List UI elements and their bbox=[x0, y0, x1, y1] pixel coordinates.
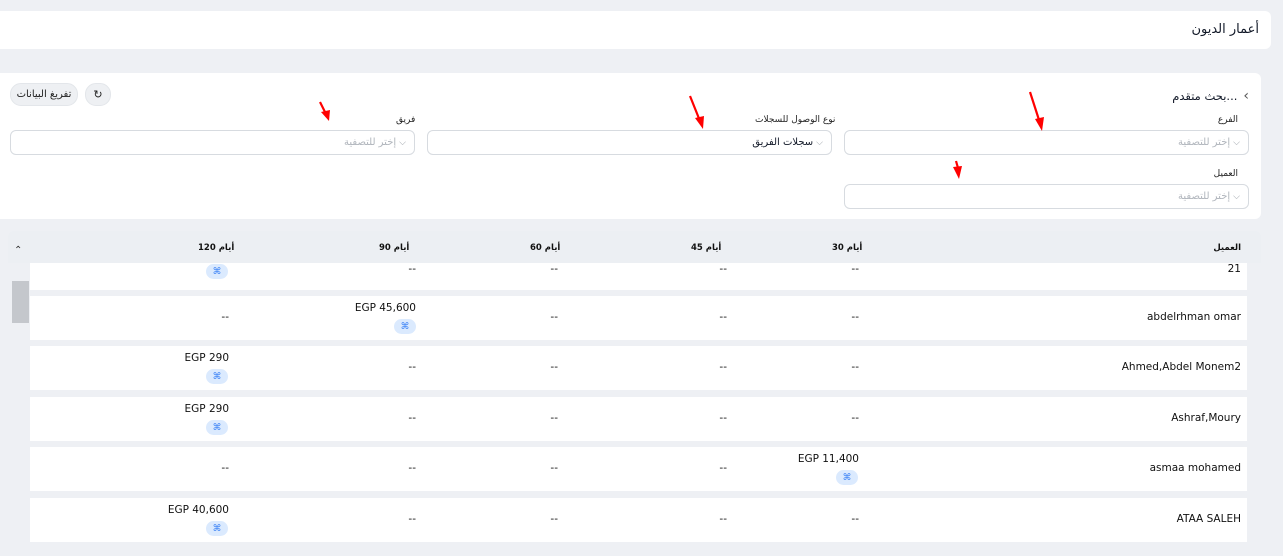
cell-d60: -- bbox=[550, 513, 558, 525]
cell-d120: -- bbox=[221, 311, 229, 323]
access-type-select[interactable]: سجلات الفريق ⌵ bbox=[427, 130, 832, 155]
cell-d120: -- bbox=[221, 462, 229, 474]
cell-d90: EGP 45,600 bbox=[354, 302, 416, 314]
customer-select[interactable]: إختر للتصفية ⌵ bbox=[844, 184, 1249, 209]
cell-d30: EGP 11,400 bbox=[797, 453, 859, 465]
details-badge-icon[interactable]: ⌘ bbox=[206, 264, 228, 279]
chevron-down-icon: ⌵ bbox=[1233, 137, 1240, 148]
table-row: asmaa mohamed EGP 11,400 ⌘ -- -- -- -- bbox=[30, 447, 1247, 491]
branch-placeholder: إختر للتصفية bbox=[1178, 137, 1231, 148]
header-45-days: 45 أيام bbox=[691, 243, 722, 253]
page-title: أعمار الديون bbox=[1191, 22, 1259, 37]
annotation-arrow bbox=[688, 95, 704, 129]
cell-d45: -- bbox=[719, 263, 727, 275]
chevron-down-icon: ⌵ bbox=[1233, 191, 1240, 202]
table-row: ATAA SALEH -- -- -- -- EGP 40,600 ⌘ bbox=[30, 498, 1247, 542]
cell-d60: -- bbox=[550, 311, 558, 323]
header-customer: العميل bbox=[1213, 243, 1241, 253]
cell-d45: -- bbox=[719, 361, 727, 373]
details-badge-icon[interactable]: ⌘ bbox=[836, 470, 858, 485]
cell-customer: ATAA SALEH bbox=[1176, 513, 1241, 525]
title-bar: أعمار الديون bbox=[0, 11, 1271, 49]
details-badge-icon[interactable]: ⌘ bbox=[206, 521, 228, 536]
details-badge-icon[interactable]: ⌘ bbox=[206, 420, 228, 435]
table-row: abdelrhman omar -- -- -- EGP 45,600 ⌘ -- bbox=[30, 296, 1247, 340]
table-row: Ahmed,Abdel Monem2 -- -- -- -- EGP 290 ⌘ bbox=[30, 346, 1247, 390]
advanced-search-toggle[interactable]: بحث متقدم... ‹ bbox=[1172, 88, 1249, 104]
cell-d90: -- bbox=[408, 462, 416, 474]
cell-d120: EGP 40,600 bbox=[167, 504, 229, 516]
team-label: فريق bbox=[396, 115, 416, 125]
cell-d60: -- bbox=[550, 462, 558, 474]
chevron-left-icon: ‹ bbox=[1243, 88, 1249, 104]
header-120-days: 120 أيام bbox=[198, 243, 235, 253]
annotation-arrow bbox=[319, 101, 330, 121]
cell-d60: -- bbox=[550, 412, 558, 424]
chevron-down-icon: ⌵ bbox=[816, 137, 823, 148]
cell-customer: Ashraf,Moury bbox=[1171, 412, 1241, 424]
cell-d30: -- bbox=[851, 311, 859, 323]
cell-customer: asmaa mohamed bbox=[1149, 462, 1241, 474]
scrollbar-thumb[interactable] bbox=[12, 281, 29, 323]
cell-d90: -- bbox=[408, 412, 416, 424]
advanced-search-label: بحث متقدم... bbox=[1172, 89, 1238, 103]
cell-d45: -- bbox=[719, 412, 727, 424]
aging-table: ⌃ العميل 30 أيام 45 أيام 60 أيام 90 أيام… bbox=[8, 231, 1261, 556]
branch-select[interactable]: إختر للتصفية ⌵ bbox=[844, 130, 1249, 155]
branch-label: الفرع bbox=[1217, 115, 1238, 125]
access-type-value: سجلات الفريق bbox=[752, 137, 814, 148]
filter-panel: بحث متقدم... ‹ تفريغ البيانات ↻ الفرع إخ… bbox=[0, 73, 1261, 219]
cell-d45: -- bbox=[719, 311, 727, 323]
cell-d120: EGP 290 bbox=[184, 352, 229, 364]
table-row: Ashraf,Moury -- -- -- -- EGP 290 ⌘ bbox=[30, 397, 1247, 441]
details-badge-icon[interactable]: ⌘ bbox=[394, 319, 416, 334]
header-60-days: 60 أيام bbox=[530, 243, 561, 253]
header-30-days: 30 أيام bbox=[832, 243, 863, 253]
cell-d120: EGP 290 bbox=[184, 403, 229, 415]
header-90-days: 90 أيام bbox=[379, 243, 410, 253]
cell-d45: -- bbox=[719, 462, 727, 474]
cell-d30: -- bbox=[851, 412, 859, 424]
customer-placeholder: إختر للتصفية bbox=[1178, 191, 1231, 202]
annotation-arrow bbox=[1028, 91, 1044, 131]
chevron-down-icon: ⌵ bbox=[399, 137, 406, 148]
cell-customer: 21 bbox=[1227, 263, 1241, 275]
team-select[interactable]: إختر للتصفية ⌵ bbox=[10, 130, 415, 155]
table-header: ⌃ العميل 30 أيام 45 أيام 60 أيام 90 أيام… bbox=[8, 231, 1261, 263]
table-row: 21 -- -- -- -- ⌘ bbox=[30, 263, 1247, 290]
cell-d45: -- bbox=[719, 513, 727, 525]
cell-customer: abdelrhman omar bbox=[1147, 311, 1241, 323]
refresh-icon: ↻ bbox=[93, 88, 103, 101]
export-data-button[interactable]: تفريغ البيانات bbox=[10, 83, 78, 106]
cell-customer: Ahmed,Abdel Monem2 bbox=[1121, 361, 1241, 373]
refresh-button[interactable]: ↻ bbox=[85, 83, 111, 106]
annotation-arrow bbox=[953, 160, 962, 179]
customer-label: العميل bbox=[1213, 169, 1238, 179]
team-placeholder: إختر للتصفية bbox=[344, 137, 397, 148]
cell-d30: -- bbox=[851, 513, 859, 525]
access-type-label: نوع الوصول للسجلات bbox=[755, 115, 836, 125]
cell-d30: -- bbox=[851, 263, 859, 275]
cell-d30: -- bbox=[851, 361, 859, 373]
cell-d60: -- bbox=[550, 361, 558, 373]
cell-d90: -- bbox=[408, 263, 416, 275]
details-badge-icon[interactable]: ⌘ bbox=[206, 369, 228, 384]
cell-d90: -- bbox=[408, 361, 416, 373]
cell-d90: -- bbox=[408, 513, 416, 525]
cell-d60: -- bbox=[550, 263, 558, 275]
chevron-up-icon[interactable]: ⌃ bbox=[14, 245, 22, 256]
